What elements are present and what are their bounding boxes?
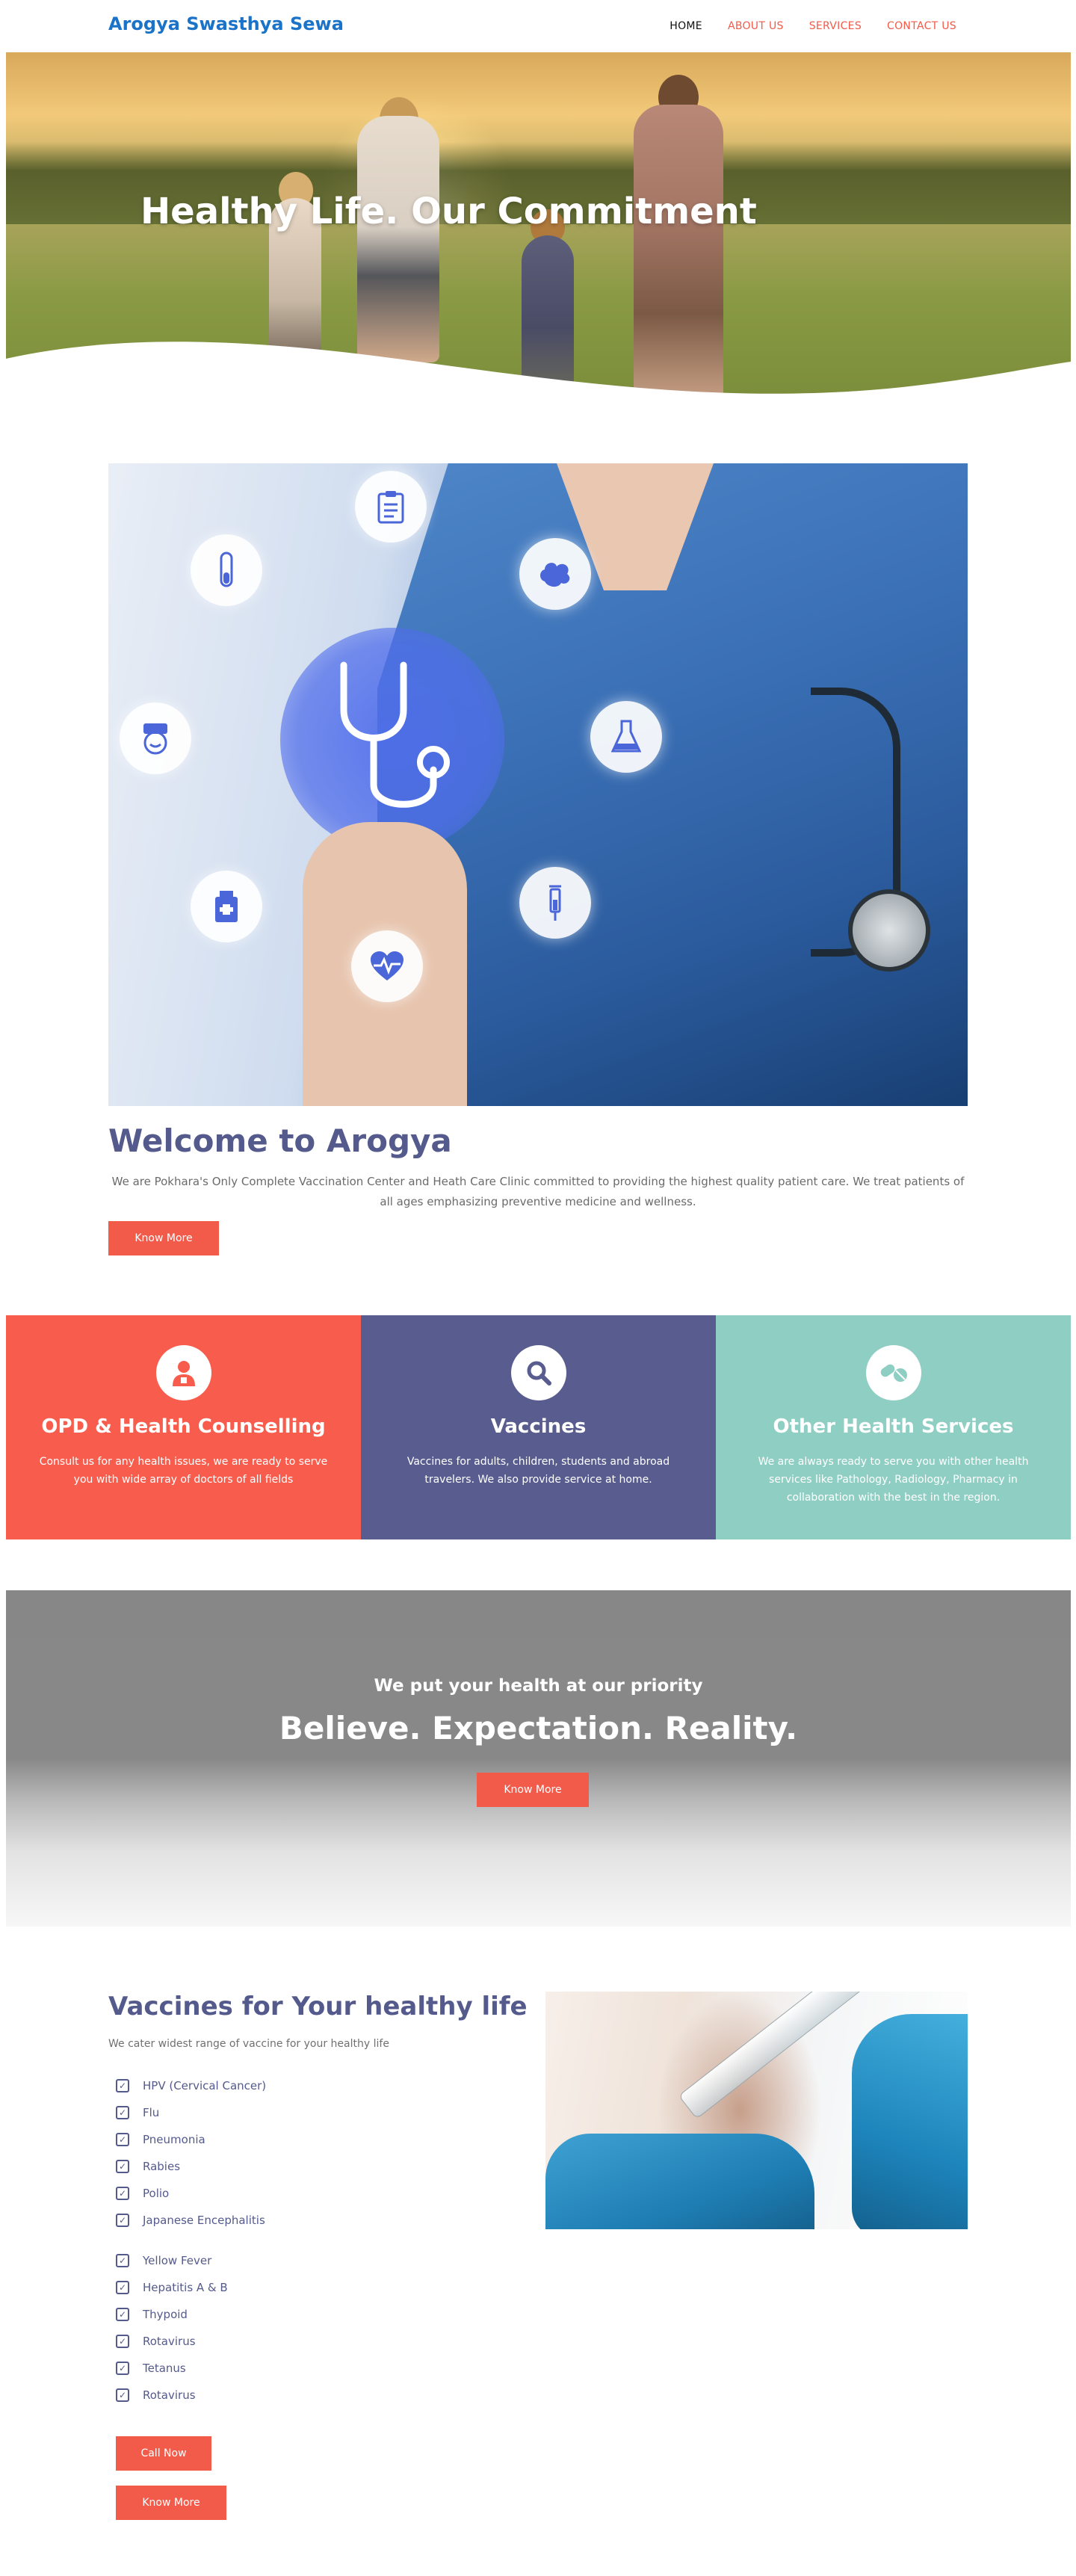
site-header: Arogya Swasthya Sewa HOME ABOUT US SERVI… bbox=[0, 0, 1076, 52]
list-item: ✓ HPV (Cervical Cancer) bbox=[116, 2072, 266, 2099]
nav-contact-us[interactable]: CONTACT US bbox=[887, 20, 956, 32]
list-item: ✓ Thypoid bbox=[116, 2301, 228, 2328]
welcome-title: Welcome to Arogya bbox=[108, 1122, 452, 1159]
check-icon: ✓ bbox=[116, 2187, 129, 2200]
list-item: ✓ Rotavirus bbox=[116, 2328, 228, 2355]
check-icon: ✓ bbox=[116, 2388, 129, 2402]
vaccine-name: Rotavirus bbox=[143, 2388, 196, 2402]
list-item: ✓ Tetanus bbox=[116, 2355, 228, 2382]
clipboard-icon bbox=[355, 471, 427, 543]
vaccines-subtitle: We cater widest range of vaccine for you… bbox=[108, 2038, 389, 2050]
list-item: ✓ Yellow Fever bbox=[116, 2247, 228, 2274]
heart-pulse-icon bbox=[351, 930, 423, 1002]
vaccine-list-2: ✓ Yellow Fever ✓ Hepatitis A & B ✓ Thypoid … bbox=[116, 2247, 228, 2409]
brain-icon bbox=[519, 538, 591, 610]
vaccine-name: HPV (Cervical Cancer) bbox=[143, 2079, 267, 2092]
list-item: ✓ Flu bbox=[116, 2099, 266, 2126]
service-title: OPD & Health Counselling bbox=[41, 1415, 326, 1438]
service-text: We are always ready to serve you with ot… bbox=[758, 1456, 1029, 1504]
call-now-button[interactable]: Call Now bbox=[116, 2436, 211, 2471]
list-item: ✓ Japanese Encephalitis bbox=[116, 2207, 266, 2234]
medicine-bottle-icon bbox=[191, 871, 262, 942]
syringe-icon bbox=[519, 867, 591, 939]
check-icon: ✓ bbox=[116, 2106, 129, 2119]
service-card-other: Other Health Services We are always read… bbox=[716, 1315, 1071, 1539]
stethoscope-chestpiece bbox=[848, 889, 930, 972]
vaccine-name: Thypoid bbox=[143, 2308, 188, 2321]
vaccines-title: Vaccines for Your healthy life bbox=[108, 1992, 528, 2021]
vaccines-know-more-button[interactable]: Know More bbox=[116, 2486, 226, 2520]
vaccine-name: Rotavirus bbox=[143, 2335, 196, 2348]
priority-headline: Believe. Expectation. Reality. bbox=[279, 1710, 798, 1746]
vaccine-name: Flu bbox=[143, 2106, 160, 2119]
vaccine-name: Hepatitis A & B bbox=[143, 2281, 228, 2294]
vaccine-name: Japanese Encephalitis bbox=[143, 2214, 265, 2227]
nav-home[interactable]: HOME bbox=[670, 20, 702, 32]
vaccine-name: Polio bbox=[143, 2187, 170, 2200]
check-icon: ✓ bbox=[116, 2308, 129, 2321]
flask-icon bbox=[590, 701, 662, 773]
vaccine-list-1: ✓ HPV (Cervical Cancer) ✓ Flu ✓ Pneumonia ✓… bbox=[116, 2072, 266, 2234]
vaccine-name: Pneumonia bbox=[143, 2133, 205, 2146]
test-tube-icon bbox=[191, 534, 262, 606]
service-title: Vaccines bbox=[490, 1415, 587, 1438]
hero-mother bbox=[357, 116, 439, 362]
stethoscope-symbol bbox=[340, 661, 450, 808]
services-section: OPD & Health Counselling Consult us for … bbox=[6, 1315, 1071, 1539]
list-item: ✓ Polio bbox=[116, 2180, 266, 2207]
welcome-know-more-button[interactable]: Know More bbox=[108, 1221, 219, 1255]
hero-banner: Healthy Life. Our Commitment bbox=[6, 52, 1071, 404]
pills-icon bbox=[865, 1345, 921, 1400]
list-item: ✓ Pneumonia bbox=[116, 2126, 266, 2153]
check-icon: ✓ bbox=[116, 2254, 129, 2267]
check-icon: ✓ bbox=[116, 2160, 129, 2173]
service-card-opd: OPD & Health Counselling Consult us for … bbox=[6, 1315, 361, 1539]
nav-about-us[interactable]: ABOUT US bbox=[728, 20, 784, 32]
priority-know-more-button[interactable]: Know More bbox=[477, 1773, 589, 1807]
vaccine-name: Yellow Fever bbox=[143, 2254, 212, 2267]
vaccine-name: Rabies bbox=[143, 2160, 181, 2173]
hero-wave-divider bbox=[6, 342, 1071, 404]
check-icon: ✓ bbox=[116, 2214, 129, 2227]
vaccine-syringe-image bbox=[545, 1992, 968, 2229]
service-text: Consult us for any health issues, we are… bbox=[39, 1456, 328, 1486]
list-item: ✓ Rotavirus bbox=[116, 2382, 228, 2409]
brand-logo[interactable]: Arogya Swasthya Sewa bbox=[108, 13, 344, 34]
doctor-icon bbox=[155, 1345, 211, 1400]
search-icon bbox=[510, 1345, 566, 1400]
blue-glove-right bbox=[852, 2014, 968, 2229]
priority-banner: We put your health at our priority Belie… bbox=[6, 1590, 1071, 1927]
list-item: ✓ Hepatitis A & B bbox=[116, 2274, 228, 2301]
check-icon: ✓ bbox=[116, 2281, 129, 2294]
welcome-text: We are Pokhara's Only Complete Vaccinati… bbox=[111, 1175, 965, 1208]
check-icon: ✓ bbox=[116, 2079, 129, 2092]
hero-title: Healthy Life. Our Commitment bbox=[140, 191, 757, 232]
nav-services[interactable]: SERVICES bbox=[809, 20, 862, 32]
doctor-image bbox=[108, 463, 968, 1106]
service-title: Other Health Services bbox=[773, 1415, 1014, 1438]
vaccine-name: Tetanus bbox=[143, 2362, 186, 2375]
service-text: Vaccines for adults, children, students … bbox=[406, 1456, 670, 1486]
check-icon: ✓ bbox=[116, 2133, 129, 2146]
blue-glove-left bbox=[545, 2134, 814, 2229]
main-nav: HOME ABOUT US SERVICES CONTACT US bbox=[670, 20, 956, 32]
priority-kicker: We put your health at our priority bbox=[374, 1676, 703, 1696]
check-icon: ✓ bbox=[116, 2362, 129, 2375]
list-item: ✓ Rabies bbox=[116, 2153, 266, 2180]
check-icon: ✓ bbox=[116, 2335, 129, 2348]
service-card-vaccines: Vaccines Vaccines for adults, children, … bbox=[361, 1315, 716, 1539]
nurse-icon bbox=[120, 702, 191, 774]
